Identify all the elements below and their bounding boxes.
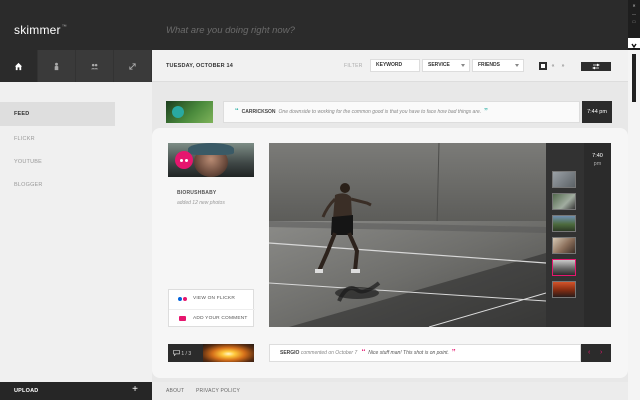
expand-icon xyxy=(129,62,136,70)
service-select[interactable]: SERVICE xyxy=(422,59,470,72)
photo-gallery xyxy=(546,143,584,327)
page-next-button[interactable]: » xyxy=(559,62,567,70)
post-time-ampm: pm xyxy=(593,161,602,167)
collapse-button[interactable] xyxy=(628,38,640,49)
window-controls: ✕ — □ xyxy=(628,0,640,50)
people-icon xyxy=(90,63,99,69)
tab-friends[interactable] xyxy=(76,50,114,82)
service-badge-icon xyxy=(172,106,184,118)
comment-meta: commented on October 7 xyxy=(300,350,358,356)
home-icon xyxy=(14,62,23,70)
comment-text: Nice stuff man! This shot is on point. xyxy=(368,350,449,356)
latest-comment: SERGIO commented on October 7 ‘‘ Nice stu… xyxy=(269,344,581,362)
gallery-thumb[interactable] xyxy=(552,171,576,188)
filter-bar: TUESDAY, OCTOBER 14 FILTER KEYWORD SERVI… xyxy=(152,50,628,82)
comment-user[interactable]: SERGIO xyxy=(280,350,299,356)
about-link[interactable]: ABOUT xyxy=(166,388,184,394)
feed-item-text: ‘‘ CARRICKSON One downside to working for … xyxy=(223,101,580,123)
open-quote-icon: ‘‘ xyxy=(235,108,239,115)
keyword-value: KEYWORD xyxy=(376,62,403,68)
add-comment-label: ADD YOUR COMMENT xyxy=(193,316,248,321)
prev-comment-button[interactable]: ‹ xyxy=(588,349,590,356)
page-prev-button[interactable]: « xyxy=(549,62,557,70)
toggle-view-button[interactable] xyxy=(581,62,611,71)
next-comment-button[interactable]: › xyxy=(600,349,602,356)
nav-tabs xyxy=(0,50,152,82)
sidebar-item-flickr[interactable]: FLICKR xyxy=(0,127,115,151)
comment-count-value: 1 / 3 xyxy=(181,351,192,357)
app-logo[interactable]: skimmer™ xyxy=(14,23,67,37)
close-quote-icon: ’’ xyxy=(451,349,456,356)
gallery-thumb[interactable] xyxy=(552,281,576,298)
gallery-thumb[interactable] xyxy=(552,237,576,254)
current-date: TUESDAY, OCTOBER 14 xyxy=(166,63,234,69)
privacy-link[interactable]: PRIVACY POLICY xyxy=(196,388,240,394)
sunset-thumbnail xyxy=(203,344,254,362)
open-quote-icon: ‘‘ xyxy=(361,349,366,356)
keyword-input[interactable]: KEYWORD xyxy=(370,59,420,72)
feed-item-user[interactable]: CARRICKSON xyxy=(242,109,276,115)
scrollbar-thumb[interactable] xyxy=(632,54,636,102)
sidebar: FEED FLICKR YOUTUBE BLOGGER xyxy=(0,82,152,382)
right-scroll-strip: ✕ — □ xyxy=(628,0,640,400)
top-header: skimmer™ xyxy=(0,0,628,50)
sidebar-item-feed[interactable]: FEED xyxy=(0,102,115,126)
maximize-icon[interactable]: □ xyxy=(631,20,637,24)
comment-nav: ‹ › xyxy=(581,344,611,362)
avatar[interactable] xyxy=(166,101,213,123)
tab-expand[interactable] xyxy=(114,50,152,82)
speech-bubble-icon xyxy=(173,350,180,357)
status-input[interactable] xyxy=(166,25,586,36)
photo-image xyxy=(269,143,546,327)
comment-count[interactable]: 1 / 3 xyxy=(168,344,254,362)
feed-item-message: One downside to working for the common g… xyxy=(278,109,482,115)
person-icon xyxy=(54,62,59,70)
chevron-down-icon xyxy=(461,64,465,67)
close-quote-icon: ’’ xyxy=(484,108,488,115)
plus-icon[interactable]: + xyxy=(132,384,138,395)
upload-bar[interactable]: UPLOAD + xyxy=(0,382,152,400)
grid-view-button[interactable] xyxy=(539,62,547,70)
post-action: added 12 new photos xyxy=(177,200,225,206)
post-actions: VIEW ON FLICKR ADD YOUR COMMENT xyxy=(168,289,255,327)
close-icon[interactable]: ✕ xyxy=(631,4,637,8)
friends-value: FRIENDS xyxy=(478,62,500,68)
feed-item: ‘‘ CARRICKSON One downside to working for … xyxy=(166,101,612,123)
service-value: SERVICE xyxy=(428,62,450,68)
view-on-flickr-label: VIEW ON FLICKR xyxy=(193,296,235,301)
view-on-flickr-button[interactable]: VIEW ON FLICKR xyxy=(169,290,255,308)
tab-profile[interactable] xyxy=(38,50,76,82)
upload-label: UPLOAD xyxy=(14,388,39,394)
post-user[interactable]: BIORUSHBABY xyxy=(177,190,216,196)
post-time: 7:40 pm xyxy=(584,143,611,327)
comment-count-text: 1 / 3 xyxy=(173,350,191,357)
gallery-thumb[interactable] xyxy=(552,193,576,210)
post-time-hour: 7:40 xyxy=(592,153,603,159)
friends-select[interactable]: FRIENDS xyxy=(472,59,524,72)
comment-icon xyxy=(179,316,186,321)
feed-item-time: 7:44 pm xyxy=(582,101,612,123)
filter-label: FILTER xyxy=(344,63,363,69)
add-comment-button[interactable]: ADD YOUR COMMENT xyxy=(169,309,255,327)
flickr-icon xyxy=(178,297,188,301)
gallery-thumb-active[interactable] xyxy=(552,259,576,276)
footer-links: ABOUT PRIVACY POLICY xyxy=(152,382,628,400)
post-photo[interactable] xyxy=(269,143,546,327)
flickr-badge-icon xyxy=(175,151,193,169)
chevron-down-icon xyxy=(515,64,519,67)
sidebar-item-blogger[interactable]: BLOGGER xyxy=(0,173,115,197)
tab-home[interactable] xyxy=(0,50,38,82)
minimize-icon[interactable]: — xyxy=(631,12,637,16)
gallery-thumb[interactable] xyxy=(552,215,576,232)
sidebar-item-youtube[interactable]: YOUTUBE xyxy=(0,150,115,174)
arrows-icon xyxy=(592,63,600,70)
